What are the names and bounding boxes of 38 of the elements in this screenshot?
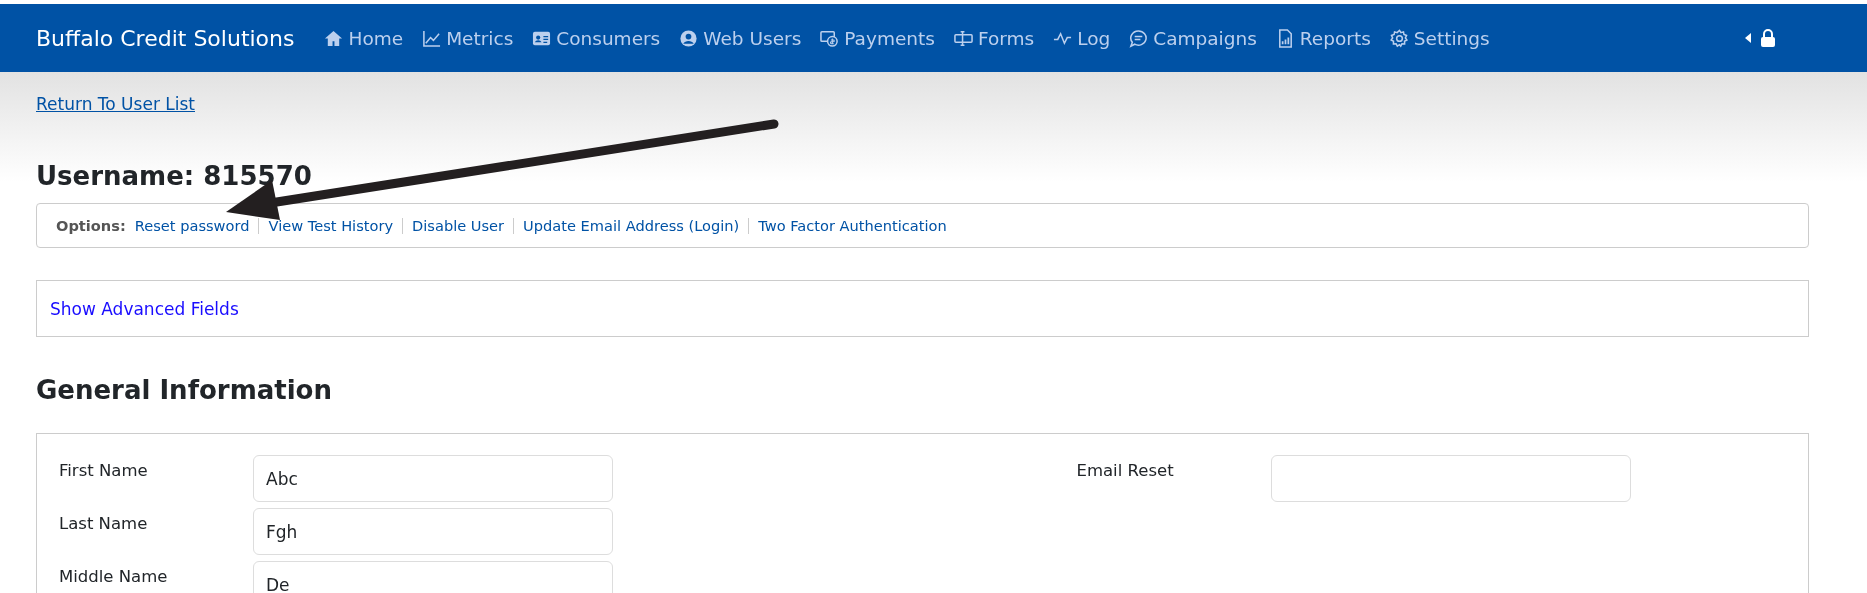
text-field[interactable]: Fgh [253,508,613,555]
lock-icon[interactable] [1761,29,1775,47]
line-chart-icon [422,28,442,48]
field-label: Last Name [59,513,149,533]
caret-icon[interactable] [1745,33,1751,43]
brand-name[interactable]: Buffalo Credit Solutions [36,25,295,51]
nav-link[interactable]: Consumers [532,27,661,49]
field-label: First Name [59,460,149,480]
gear-icon [1389,28,1409,48]
text-field[interactable]: Abc [253,455,613,502]
form-icon [953,28,973,48]
money-icon [820,28,840,48]
option-link[interactable]: Disable User [412,217,505,234]
nav-link[interactable]: Payments [820,27,935,49]
nav-link[interactable]: Campaigns [1129,27,1257,49]
nav-link[interactable]: Metrics [422,27,514,49]
field-label: Email Reset [1076,460,1175,480]
nav-link[interactable]: Home [324,27,404,49]
nav-link[interactable]: Log [1053,27,1111,49]
show-advanced-link[interactable]: Show Advanced Fields [50,298,239,319]
nav-link[interactable]: Reports [1275,27,1371,49]
nav-link[interactable]: Forms [953,27,1035,49]
chat-icon [1129,28,1149,48]
return-link[interactable]: Return To User List [36,94,195,114]
text-field[interactable]: De [253,561,613,593]
home-icon [324,28,344,48]
nav-link[interactable]: Web Users [679,27,802,49]
options-label: Options: [56,217,126,234]
text-field[interactable] [1270,455,1631,502]
user-circle-icon [679,28,699,48]
option-link[interactable]: View Test History [268,217,394,234]
option-link[interactable]: Two Factor Authentication [758,217,947,234]
section-title: General Information [36,375,333,405]
option-link[interactable]: Update Email Address (Login) [523,217,740,234]
option-link[interactable]: Reset password [134,217,250,234]
username-heading: Username: 815570 [36,161,313,191]
nav-link[interactable]: Settings [1389,27,1490,49]
field-label: Middle Name [59,566,169,586]
